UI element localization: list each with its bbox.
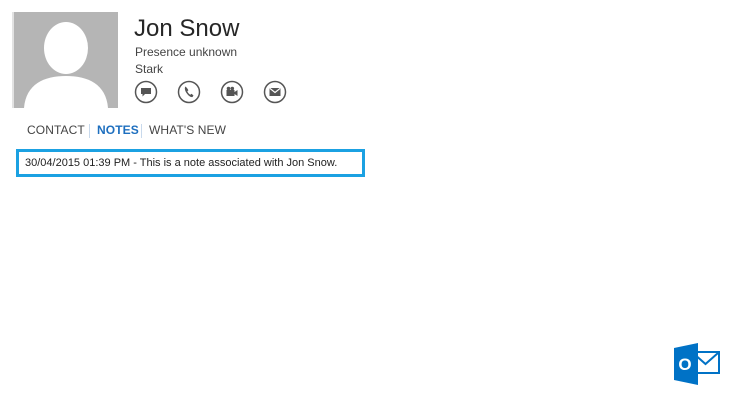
mail-icon bbox=[263, 80, 287, 104]
phone-icon bbox=[177, 80, 201, 104]
outlook-icon: O bbox=[674, 343, 720, 385]
avatar bbox=[12, 12, 118, 108]
outlook-logo-letter: O bbox=[678, 355, 691, 374]
chat-button[interactable] bbox=[134, 80, 158, 104]
contact-company: Stark bbox=[135, 62, 164, 76]
presence-status: Presence unknown bbox=[135, 45, 238, 59]
call-button[interactable] bbox=[177, 80, 201, 104]
outlook-logo: O bbox=[674, 343, 720, 385]
tab-divider bbox=[89, 124, 90, 138]
email-button[interactable] bbox=[263, 80, 287, 104]
tab-contact[interactable]: CONTACT bbox=[27, 123, 85, 137]
video-call-icon bbox=[220, 80, 244, 104]
person-silhouette-icon bbox=[14, 12, 118, 108]
contact-name: Jon Snow bbox=[134, 15, 240, 42]
chat-icon bbox=[134, 80, 158, 104]
note-item[interactable]: 30/04/2015 01:39 PM - This is a note ass… bbox=[16, 149, 365, 177]
tab-notes[interactable]: NOTES bbox=[97, 123, 139, 137]
tab-divider bbox=[141, 124, 142, 138]
contact-card: Jon Snow Presence unknown Stark CONTACT … bbox=[0, 0, 732, 398]
video-call-button[interactable] bbox=[220, 80, 244, 104]
tab-whats-new[interactable]: WHAT'S NEW bbox=[149, 123, 226, 137]
